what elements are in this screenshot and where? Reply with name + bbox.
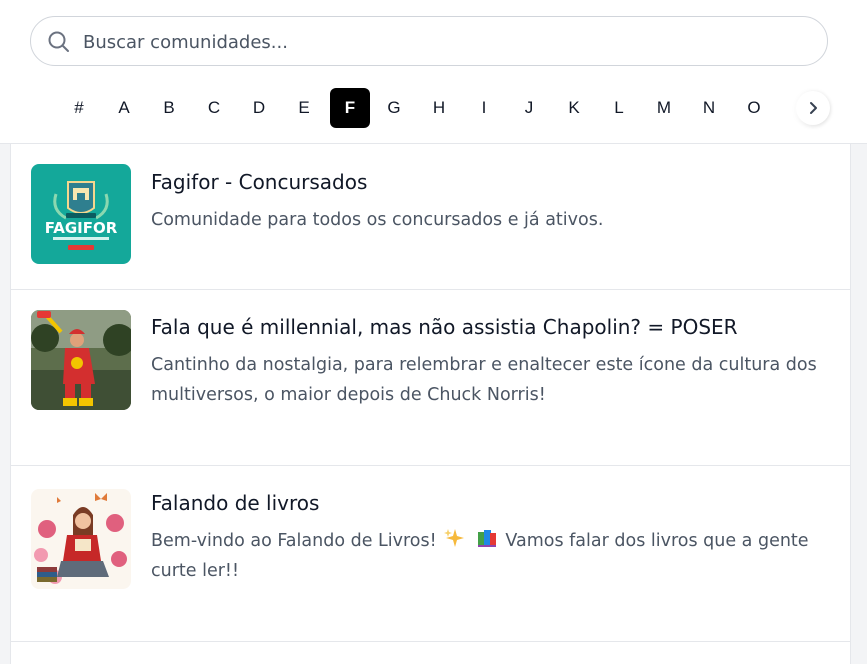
community-description: Comunidade para todos os concursados e j… <box>151 210 604 230</box>
letter-l[interactable]: L <box>599 88 639 128</box>
community-description: Bem-vindo ao Falando de Livros! Vamos fa… <box>151 526 831 586</box>
letter-h[interactable]: H <box>419 88 459 128</box>
letter-i[interactable]: I <box>464 88 504 128</box>
sparkles-emoji <box>444 529 465 547</box>
community-title[interactable]: Fala que é millennial, mas não assistia … <box>151 315 738 339</box>
community-description: Cantinho da nostalgia, para relembrar e … <box>151 355 817 405</box>
header: # A B C D E F G H I J K L M N O <box>0 0 867 144</box>
letter-c[interactable]: C <box>194 88 234 128</box>
letter-o[interactable]: O <box>734 88 774 128</box>
description-text: Bem-vindo ao Falando de Livros! <box>151 531 437 551</box>
community-title[interactable]: Fagifor - Concursados <box>151 170 367 194</box>
letter-a[interactable]: A <box>104 88 144 128</box>
letter-e[interactable]: E <box>284 88 324 128</box>
books-emoji <box>477 530 496 547</box>
letter-m[interactable]: M <box>644 88 684 128</box>
community-title[interactable]: Falando de livros <box>151 491 319 515</box>
community-thumbnail <box>31 310 131 410</box>
community-item[interactable]: Fala que é millennial, mas não assistia … <box>11 289 850 466</box>
search-icon <box>48 31 69 52</box>
search-bar[interactable] <box>30 16 828 66</box>
letter-g[interactable]: G <box>374 88 414 128</box>
chevron-right-icon <box>810 102 817 114</box>
letter-d[interactable]: D <box>239 88 279 128</box>
letter-hash[interactable]: # <box>59 88 99 128</box>
community-list: FAGIFOR Fagifor - Concursados Comunidade… <box>10 144 851 664</box>
scroll-right-button[interactable] <box>796 91 830 125</box>
community-thumbnail: FAGIFOR <box>31 164 131 264</box>
letter-f-active[interactable]: F <box>330 88 370 128</box>
community-thumbnail <box>31 489 131 589</box>
search-input[interactable] <box>81 25 805 59</box>
alphabet-filter: # A B C D E F G H I J K L M N O <box>58 88 818 128</box>
svg-text:FAGIFOR: FAGIFOR <box>45 219 118 237</box>
community-item[interactable]: Falando de livros Bem-vindo ao Falando d… <box>11 465 850 642</box>
letter-n[interactable]: N <box>689 88 729 128</box>
community-item[interactable]: FAGIFOR Fagifor - Concursados Comunidade… <box>11 144 850 290</box>
letter-b[interactable]: B <box>149 88 189 128</box>
letter-j[interactable]: J <box>509 88 549 128</box>
letter-k[interactable]: K <box>554 88 594 128</box>
